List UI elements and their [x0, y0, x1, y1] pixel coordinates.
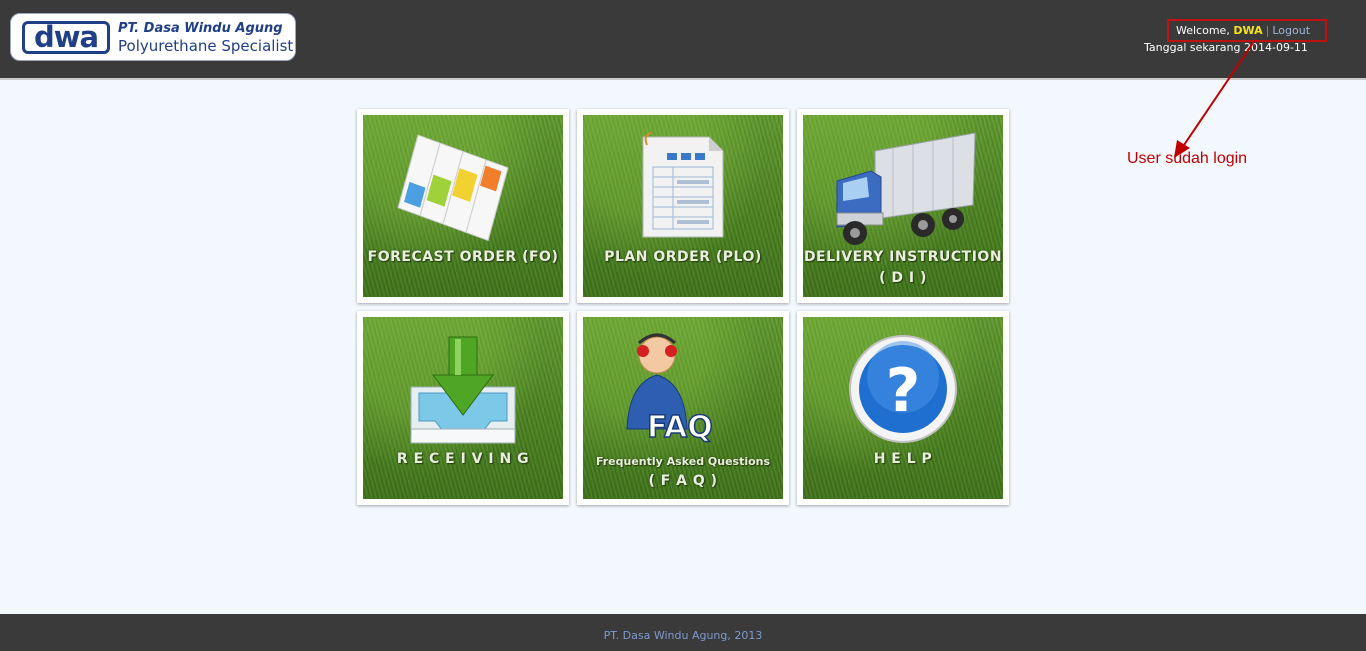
- spreadsheet-document-icon: [642, 132, 724, 238]
- logout-link[interactable]: Logout: [1272, 24, 1310, 37]
- tile-background: R E C E I V I N G: [363, 317, 563, 499]
- tile-background: ? H E L P: [803, 317, 1003, 499]
- faq-support-icon: FAQ: [626, 333, 714, 446]
- annotation-arrow-icon: [1174, 39, 1256, 158]
- logo-mark: dwa: [22, 21, 110, 54]
- inbox-download-icon: [410, 336, 516, 444]
- tile-plan-order[interactable]: PLAN ORDER (PLO): [577, 109, 789, 303]
- gantt-chart-icon: [397, 134, 509, 242]
- tile-faq[interactable]: FAQ Frequently Asked Questions ( F A Q ): [577, 311, 789, 505]
- tile-label: Frequently Asked Questions: [595, 455, 771, 468]
- footer: PT. Dasa Windu Agung, 2013: [0, 614, 1366, 651]
- tile-background: DELIVERY INSTRUCTION ( D I ): [803, 115, 1003, 297]
- tile-delivery-instruction[interactable]: DELIVERY INSTRUCTION ( D I ): [797, 109, 1009, 303]
- tile-label-secondary: ( F A Q ): [648, 473, 718, 489]
- tile-background: FAQ Frequently Asked Questions ( F A Q ): [583, 317, 783, 499]
- company-logo[interactable]: dwa PT. Dasa Windu Agung Polyurethane Sp…: [10, 13, 296, 61]
- tile-forecast-order[interactable]: FORECAST ORDER (FO): [357, 109, 569, 303]
- svg-text:?: ?: [886, 356, 921, 426]
- tile-receiving[interactable]: R E C E I V I N G: [357, 311, 569, 505]
- tile-background: PLAN ORDER (PLO): [583, 115, 783, 297]
- footer-copyright: PT. Dasa Windu Agung, 2013: [603, 629, 763, 642]
- tile-help[interactable]: ? H E L P: [797, 311, 1009, 505]
- tile-label: DELIVERY INSTRUCTION: [803, 249, 1003, 265]
- svg-text:FAQ: FAQ: [647, 410, 713, 445]
- tile-label: H E L P: [873, 451, 933, 467]
- logo-tagline: Polyurethane Specialist: [118, 37, 294, 55]
- tile-label-secondary: ( D I ): [879, 270, 927, 286]
- tile-label: PLAN ORDER (PLO): [604, 249, 762, 265]
- tile-label: R E C E I V I N G: [396, 451, 530, 467]
- annotation-text: User sudah login: [1127, 150, 1248, 167]
- logo-company-name: PT. Dasa Windu Agung: [118, 21, 283, 36]
- tile-label: FORECAST ORDER (FO): [367, 249, 559, 265]
- tile-background: FORECAST ORDER (FO): [363, 115, 563, 297]
- help-question-icon: ?: [849, 335, 957, 443]
